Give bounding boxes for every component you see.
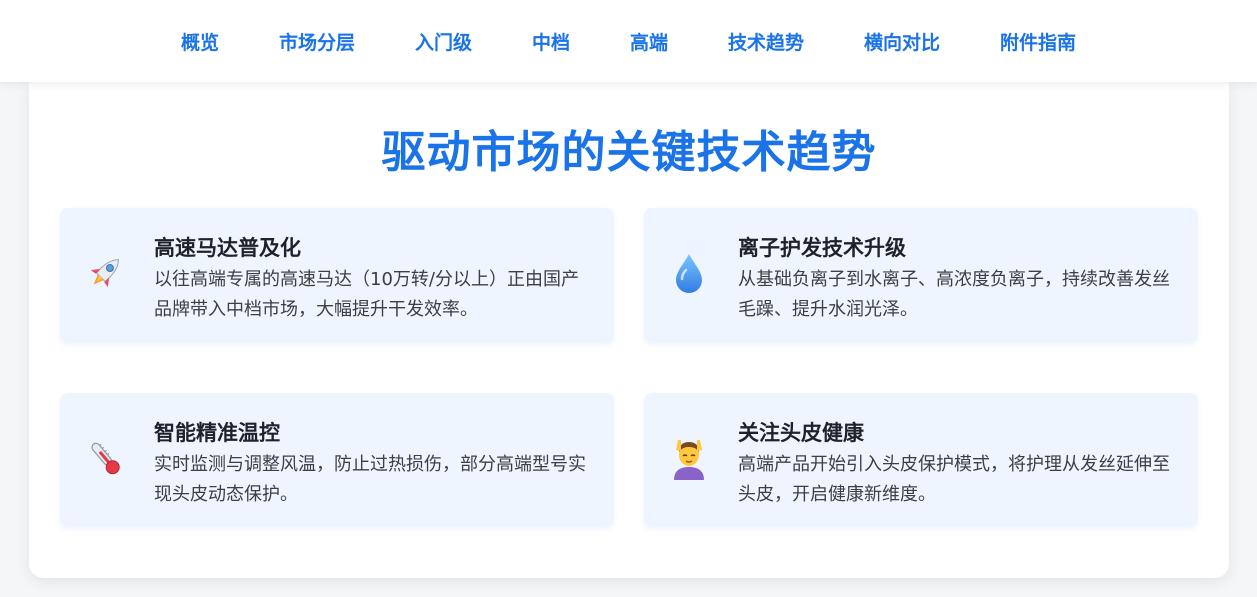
feature-title: 关注头皮健康 [738, 421, 864, 445]
top-navigation: 概览 市场分层 入门级 中档 高端 技术趋势 横向对比 附件指南 [0, 0, 1257, 82]
thermometer-icon [82, 435, 128, 481]
nav-link-high-end[interactable]: 高端 [630, 32, 668, 54]
feature-description: 从基础负离子到水离子、高浓度负离子，持续改善发丝毛躁、提升水润光泽。 [738, 269, 1170, 320]
nav-link-comparison[interactable]: 横向对比 [864, 32, 940, 54]
rocket-icon [82, 250, 128, 296]
section-title: 驱动市场的关键技术趋势 [381, 127, 877, 178]
nav-item: 附件指南 [1000, 28, 1076, 55]
head-massage-icon [666, 435, 712, 481]
nav-link-tech-trends[interactable]: 技术趋势 [728, 32, 804, 54]
nav-item: 技术趋势 [728, 28, 804, 55]
nav-link-overview[interactable]: 概览 [181, 32, 219, 54]
droplet-icon [666, 250, 712, 296]
nav-link-accessories[interactable]: 附件指南 [1000, 32, 1076, 54]
feature-description: 高端产品开始引入头皮保护模式，将护理从发丝延伸至头皮，开启健康新维度。 [738, 454, 1170, 505]
feature-description: 以往高端专属的高速马达（10万转/分以上）正由国产品牌带入中档市场，大幅提升干发… [154, 269, 579, 320]
nav-link-entry-level[interactable]: 入门级 [415, 32, 472, 54]
nav-item: 概览 [181, 28, 219, 55]
nav-link-market-tiers[interactable]: 市场分层 [279, 32, 355, 54]
nav-link-mid-range[interactable]: 中档 [532, 32, 570, 54]
nav-item: 中档 [532, 28, 570, 55]
feature-title: 离子护发技术升级 [738, 236, 906, 260]
nav-item: 横向对比 [864, 28, 940, 55]
feature-card-smart-temperature: 智能精准温控 实时监测与调整风温，防止过热损伤，部分高端型号实现头皮动态保护。 [60, 393, 614, 527]
tech-trends-section: 驱动市场的关键技术趋势 高速马达普及化 以往高端专属的高速马达（10万转/分以上… [29, 82, 1229, 578]
feature-title: 高速马达普及化 [154, 236, 301, 260]
feature-card-ionic-care: 离子护发技术升级 从基础负离子到水离子、高浓度负离子，持续改善发丝毛躁、提升水润… [644, 208, 1198, 343]
nav-item: 入门级 [415, 28, 472, 55]
feature-description: 实时监测与调整风温，防止过热损伤，部分高端型号实现头皮动态保护。 [154, 454, 586, 505]
nav-item: 高端 [630, 28, 668, 55]
nav-item: 市场分层 [279, 28, 355, 55]
feature-card-scalp-health: 关注头皮健康 高端产品开始引入头皮保护模式，将护理从发丝延伸至头皮，开启健康新维… [644, 393, 1198, 527]
feature-title: 智能精准温控 [154, 421, 280, 445]
nav-list: 概览 市场分层 入门级 中档 高端 技术趋势 横向对比 附件指南 [151, 28, 1106, 55]
feature-card-high-speed-motor: 高速马达普及化 以往高端专属的高速马达（10万转/分以上）正由国产品牌带入中档市… [60, 208, 614, 343]
